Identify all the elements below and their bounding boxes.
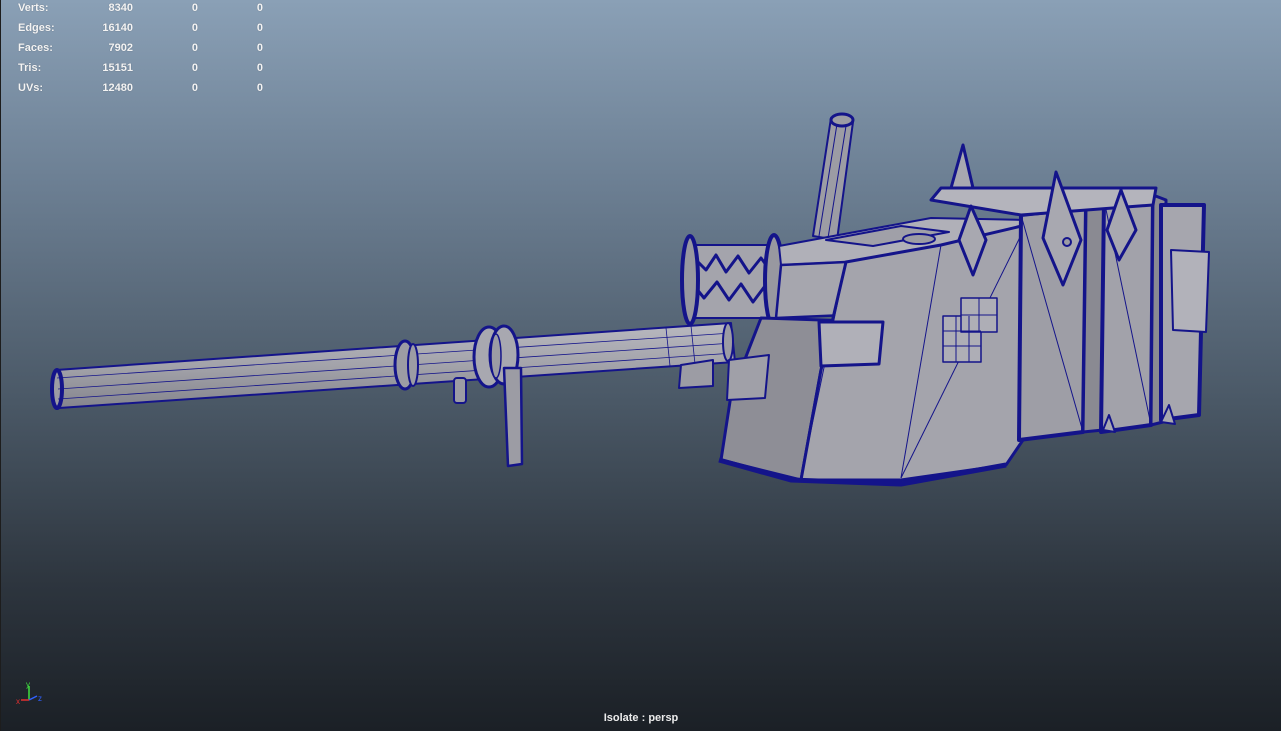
axis-indicator: y x z xyxy=(16,680,42,706)
axis-z-label: z xyxy=(38,694,42,703)
antenna-pipe xyxy=(812,112,855,241)
3d-viewport[interactable]: Verts: 8340 0 0 Edges: 16140 0 0 Faces: … xyxy=(0,0,1281,731)
axis-z-line xyxy=(28,695,38,701)
axis-x-label: x xyxy=(16,697,20,706)
axis-y-label: y xyxy=(26,680,30,689)
barrel xyxy=(50,322,736,410)
gun-model-wireframe[interactable] xyxy=(1,0,1281,731)
isolate-label: Isolate : persp xyxy=(603,712,679,724)
spiked-collar xyxy=(680,233,785,329)
